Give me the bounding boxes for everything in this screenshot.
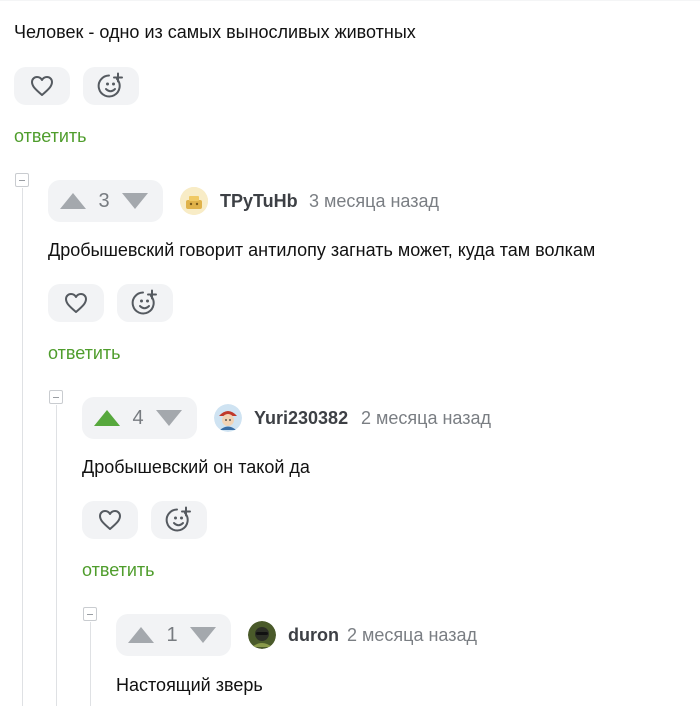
thread-line	[22, 188, 23, 706]
heart-icon	[31, 76, 53, 96]
arrow-down-icon[interactable]	[156, 410, 182, 426]
like-button[interactable]	[48, 284, 104, 322]
top-divider	[0, 0, 700, 1]
comment-text: Дробышевский он такой да	[82, 457, 310, 477]
like-button[interactable]	[82, 501, 138, 539]
arrow-up-icon[interactable]	[60, 193, 86, 209]
comment-text: Дробышевский говорит антилопу загнать мо…	[48, 240, 596, 260]
arrow-down-icon[interactable]	[122, 193, 148, 209]
comment-text: Настоящий зверь	[116, 675, 263, 695]
avatar[interactable]	[248, 621, 276, 649]
reply-link[interactable]: ответить	[14, 125, 87, 147]
username[interactable]: TPyTuHb	[220, 190, 298, 212]
comment-text: Человек - одно из самых выносливых живот…	[14, 22, 416, 42]
reaction-button[interactable]	[151, 501, 207, 539]
heart-icon	[99, 510, 121, 530]
vote-box: 4	[82, 397, 197, 439]
reaction-button[interactable]	[117, 284, 173, 322]
timestamp[interactable]: 2 месяца назад	[361, 407, 491, 429]
vote-count: 4	[132, 406, 144, 429]
timestamp[interactable]: 2 месяца назад	[347, 624, 477, 646]
arrow-up-icon[interactable]	[94, 410, 120, 426]
vote-box: 1	[116, 614, 231, 656]
reply-link[interactable]: ответить	[48, 342, 121, 364]
thread-line	[56, 405, 57, 706]
vote-count: 3	[98, 189, 110, 212]
vote-count: 1	[166, 623, 178, 646]
timestamp[interactable]: 3 месяца назад	[309, 190, 439, 212]
username[interactable]: duron	[288, 624, 339, 646]
arrow-up-icon[interactable]	[128, 627, 154, 643]
heart-icon	[65, 293, 87, 313]
reply-link[interactable]: ответить	[82, 559, 155, 581]
vote-box: 3	[48, 180, 163, 222]
emoji-add-icon	[165, 506, 191, 532]
collapse-button[interactable]	[83, 607, 97, 621]
collapse-button[interactable]	[49, 390, 63, 404]
collapse-button[interactable]	[15, 173, 29, 187]
avatar[interactable]	[180, 187, 208, 215]
emoji-add-icon	[97, 72, 123, 98]
reaction-button[interactable]	[83, 67, 139, 105]
emoji-add-icon	[131, 289, 157, 315]
thread-line	[90, 622, 91, 706]
like-button[interactable]	[14, 67, 70, 105]
arrow-down-icon[interactable]	[190, 627, 216, 643]
username[interactable]: Yuri230382	[254, 407, 348, 429]
avatar[interactable]	[214, 404, 242, 432]
